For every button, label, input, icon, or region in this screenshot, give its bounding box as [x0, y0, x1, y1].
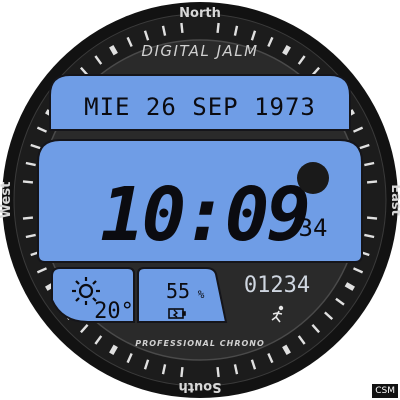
time-seconds: 34 — [299, 214, 328, 242]
brand-label: DIGITAL JALM — [141, 42, 258, 60]
temperature-value: 20° — [94, 299, 134, 324]
bezel-north-label: North — [179, 6, 221, 21]
bezel-south-label: South — [178, 379, 221, 394]
footer-label: PROFESSIONAL CHRONO — [135, 339, 265, 348]
indicator-dot — [297, 162, 329, 194]
watch-face: North South East West DIGITAL JALM MIE 2… — [0, 2, 400, 398]
bezel-west-label: West — [0, 182, 14, 219]
steps-count: 01234 — [244, 273, 310, 298]
battery-percent: 55 — [166, 279, 190, 303]
time-hours-minutes: 10:09 — [100, 172, 308, 258]
bezel-east-label: East — [388, 184, 400, 216]
battery-unit: % — [198, 288, 205, 301]
csm-badge: CSM — [372, 384, 398, 398]
date-text: MIE 26 SEP 1973 — [84, 93, 316, 121]
